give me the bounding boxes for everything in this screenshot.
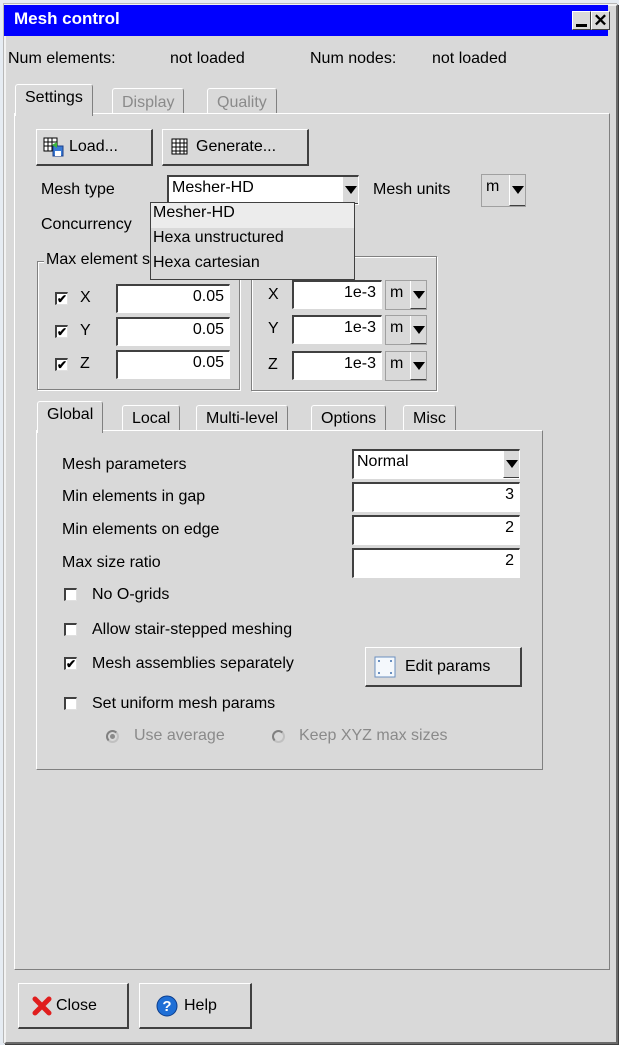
max-y-label: Y — [80, 322, 91, 339]
close-label: Close — [56, 996, 97, 1014]
mesh-units-label: Mesh units — [373, 181, 451, 198]
load-mesh-icon — [43, 137, 64, 157]
num-elements-label: Num elements: — [8, 50, 116, 67]
mesh-parameters-value: Normal — [357, 453, 409, 470]
mesh-parameters-label: Mesh parameters — [62, 456, 187, 473]
gap-y-input[interactable]: 1e-3 — [292, 315, 382, 344]
close-x-icon — [32, 996, 52, 1015]
max-z-checkbox[interactable]: ✔ — [55, 358, 68, 371]
chevron-down-icon[interactable] — [503, 451, 519, 478]
gap-z-label: Z — [268, 356, 278, 373]
gap-x-unit: m — [390, 284, 404, 301]
max-z-input[interactable]: 0.05 — [116, 350, 230, 379]
chevron-down-icon[interactable] — [410, 281, 426, 309]
mesh-type-label: Mesh type — [41, 181, 115, 198]
edit-params-label: Edit params — [405, 657, 491, 675]
num-nodes-label: Num nodes: — [310, 50, 397, 67]
gap-z-unit: m — [390, 355, 404, 372]
gap-y-unit: m — [390, 319, 404, 336]
num-nodes-value: not loaded — [432, 50, 507, 67]
edit-params-icon — [374, 656, 396, 677]
load-label: Load... — [69, 138, 118, 155]
generate-label: Generate... — [196, 138, 277, 155]
use-average-radio[interactable] — [106, 730, 119, 743]
close-window-button[interactable]: ✕ — [591, 11, 610, 30]
min-elements-gap-input[interactable]: 3 — [352, 482, 520, 512]
gap-x-unit-dropdown[interactable]: m — [385, 280, 427, 310]
gap-y-unit-dropdown[interactable]: m — [385, 315, 427, 345]
mesh-assemblies-checkbox[interactable]: ✔ — [64, 657, 77, 670]
svg-text:?: ? — [162, 998, 171, 1015]
mesh-type-value: Mesher-HD — [172, 179, 254, 196]
keep-xyz-label: Keep XYZ max sizes — [299, 727, 448, 744]
min-elements-gap-label: Min elements in gap — [62, 488, 206, 505]
mesh-type-dropdown[interactable]: Mesher-HD — [167, 175, 359, 205]
min-elements-edge-label: Min elements on edge — [62, 521, 220, 538]
num-elements-value: not loaded — [170, 50, 245, 67]
mesh-units-dropdown[interactable]: m — [481, 174, 526, 207]
gap-z-unit-dropdown[interactable]: m — [385, 351, 427, 381]
set-uniform-label: Set uniform mesh params — [92, 695, 276, 712]
max-z-label: Z — [80, 355, 90, 372]
grid-icon — [171, 138, 188, 155]
use-average-label: Use average — [134, 727, 225, 744]
chevron-down-icon[interactable] — [410, 316, 426, 344]
tab-global[interactable]: Global — [37, 401, 104, 433]
chevron-down-icon[interactable] — [410, 352, 426, 380]
gap-z-input[interactable]: 1e-3 — [292, 351, 382, 380]
help-label: Help — [184, 996, 217, 1014]
tab-settings[interactable]: Settings — [15, 84, 93, 116]
max-x-input[interactable]: 0.05 — [116, 284, 230, 313]
generate-button[interactable]: Generate... — [162, 129, 309, 166]
load-button[interactable]: Load... — [36, 129, 153, 166]
tab-options[interactable]: Options — [311, 405, 387, 431]
min-elements-edge-input[interactable]: 2 — [352, 515, 520, 545]
max-size-ratio-label: Max size ratio — [62, 554, 161, 571]
max-y-checkbox[interactable]: ✔ — [55, 325, 68, 338]
chevron-down-icon[interactable] — [342, 177, 358, 204]
window-title: Mesh control — [14, 9, 120, 28]
keep-xyz-radio[interactable] — [272, 730, 285, 743]
allow-stair-label: Allow stair-stepped meshing — [92, 621, 293, 638]
max-x-checkbox[interactable]: ✔ — [55, 292, 68, 305]
help-icon: ? — [156, 995, 178, 1016]
no-ogrids-label: No O-grids — [92, 586, 170, 603]
no-ogrids-checkbox[interactable] — [64, 588, 77, 601]
concurrency-label: Concurrency — [41, 216, 132, 233]
max-y-input[interactable]: 0.05 — [116, 317, 230, 346]
title-bar[interactable]: Mesh control ✕ — [4, 5, 610, 36]
tab-misc[interactable]: Misc — [403, 405, 456, 431]
allow-stair-checkbox[interactable] — [64, 623, 77, 636]
option-hexa-cartesian[interactable]: Hexa cartesian — [151, 253, 354, 278]
mesh-assemblies-label: Mesh assemblies separately — [92, 655, 294, 672]
mesh-units-value: m — [486, 178, 500, 195]
max-x-label: X — [80, 289, 91, 306]
set-uniform-checkbox[interactable] — [64, 697, 77, 710]
gap-x-input[interactable]: 1e-3 — [292, 280, 382, 309]
gap-y-label: Y — [268, 320, 279, 337]
edit-params-button[interactable]: Edit params — [365, 647, 522, 687]
mesh-type-options-list: Mesher-HD Hexa unstructured Hexa cartesi… — [150, 202, 355, 280]
tab-display[interactable]: Display — [112, 88, 185, 114]
help-button[interactable]: ? Help — [139, 983, 252, 1029]
mesh-parameters-dropdown[interactable]: Normal — [352, 449, 520, 479]
tab-quality[interactable]: Quality — [207, 88, 277, 114]
minimize-button[interactable] — [572, 11, 591, 30]
option-mesher-hd[interactable]: Mesher-HD — [151, 203, 354, 228]
chevron-down-icon[interactable] — [509, 175, 525, 206]
tab-local[interactable]: Local — [122, 405, 181, 431]
max-size-ratio-input[interactable]: 2 — [352, 548, 520, 578]
tab-multi-level[interactable]: Multi-level — [196, 405, 289, 431]
gap-x-label: X — [268, 286, 279, 303]
option-hexa-unstructured[interactable]: Hexa unstructured — [151, 228, 354, 253]
close-button[interactable]: Close — [18, 983, 129, 1029]
